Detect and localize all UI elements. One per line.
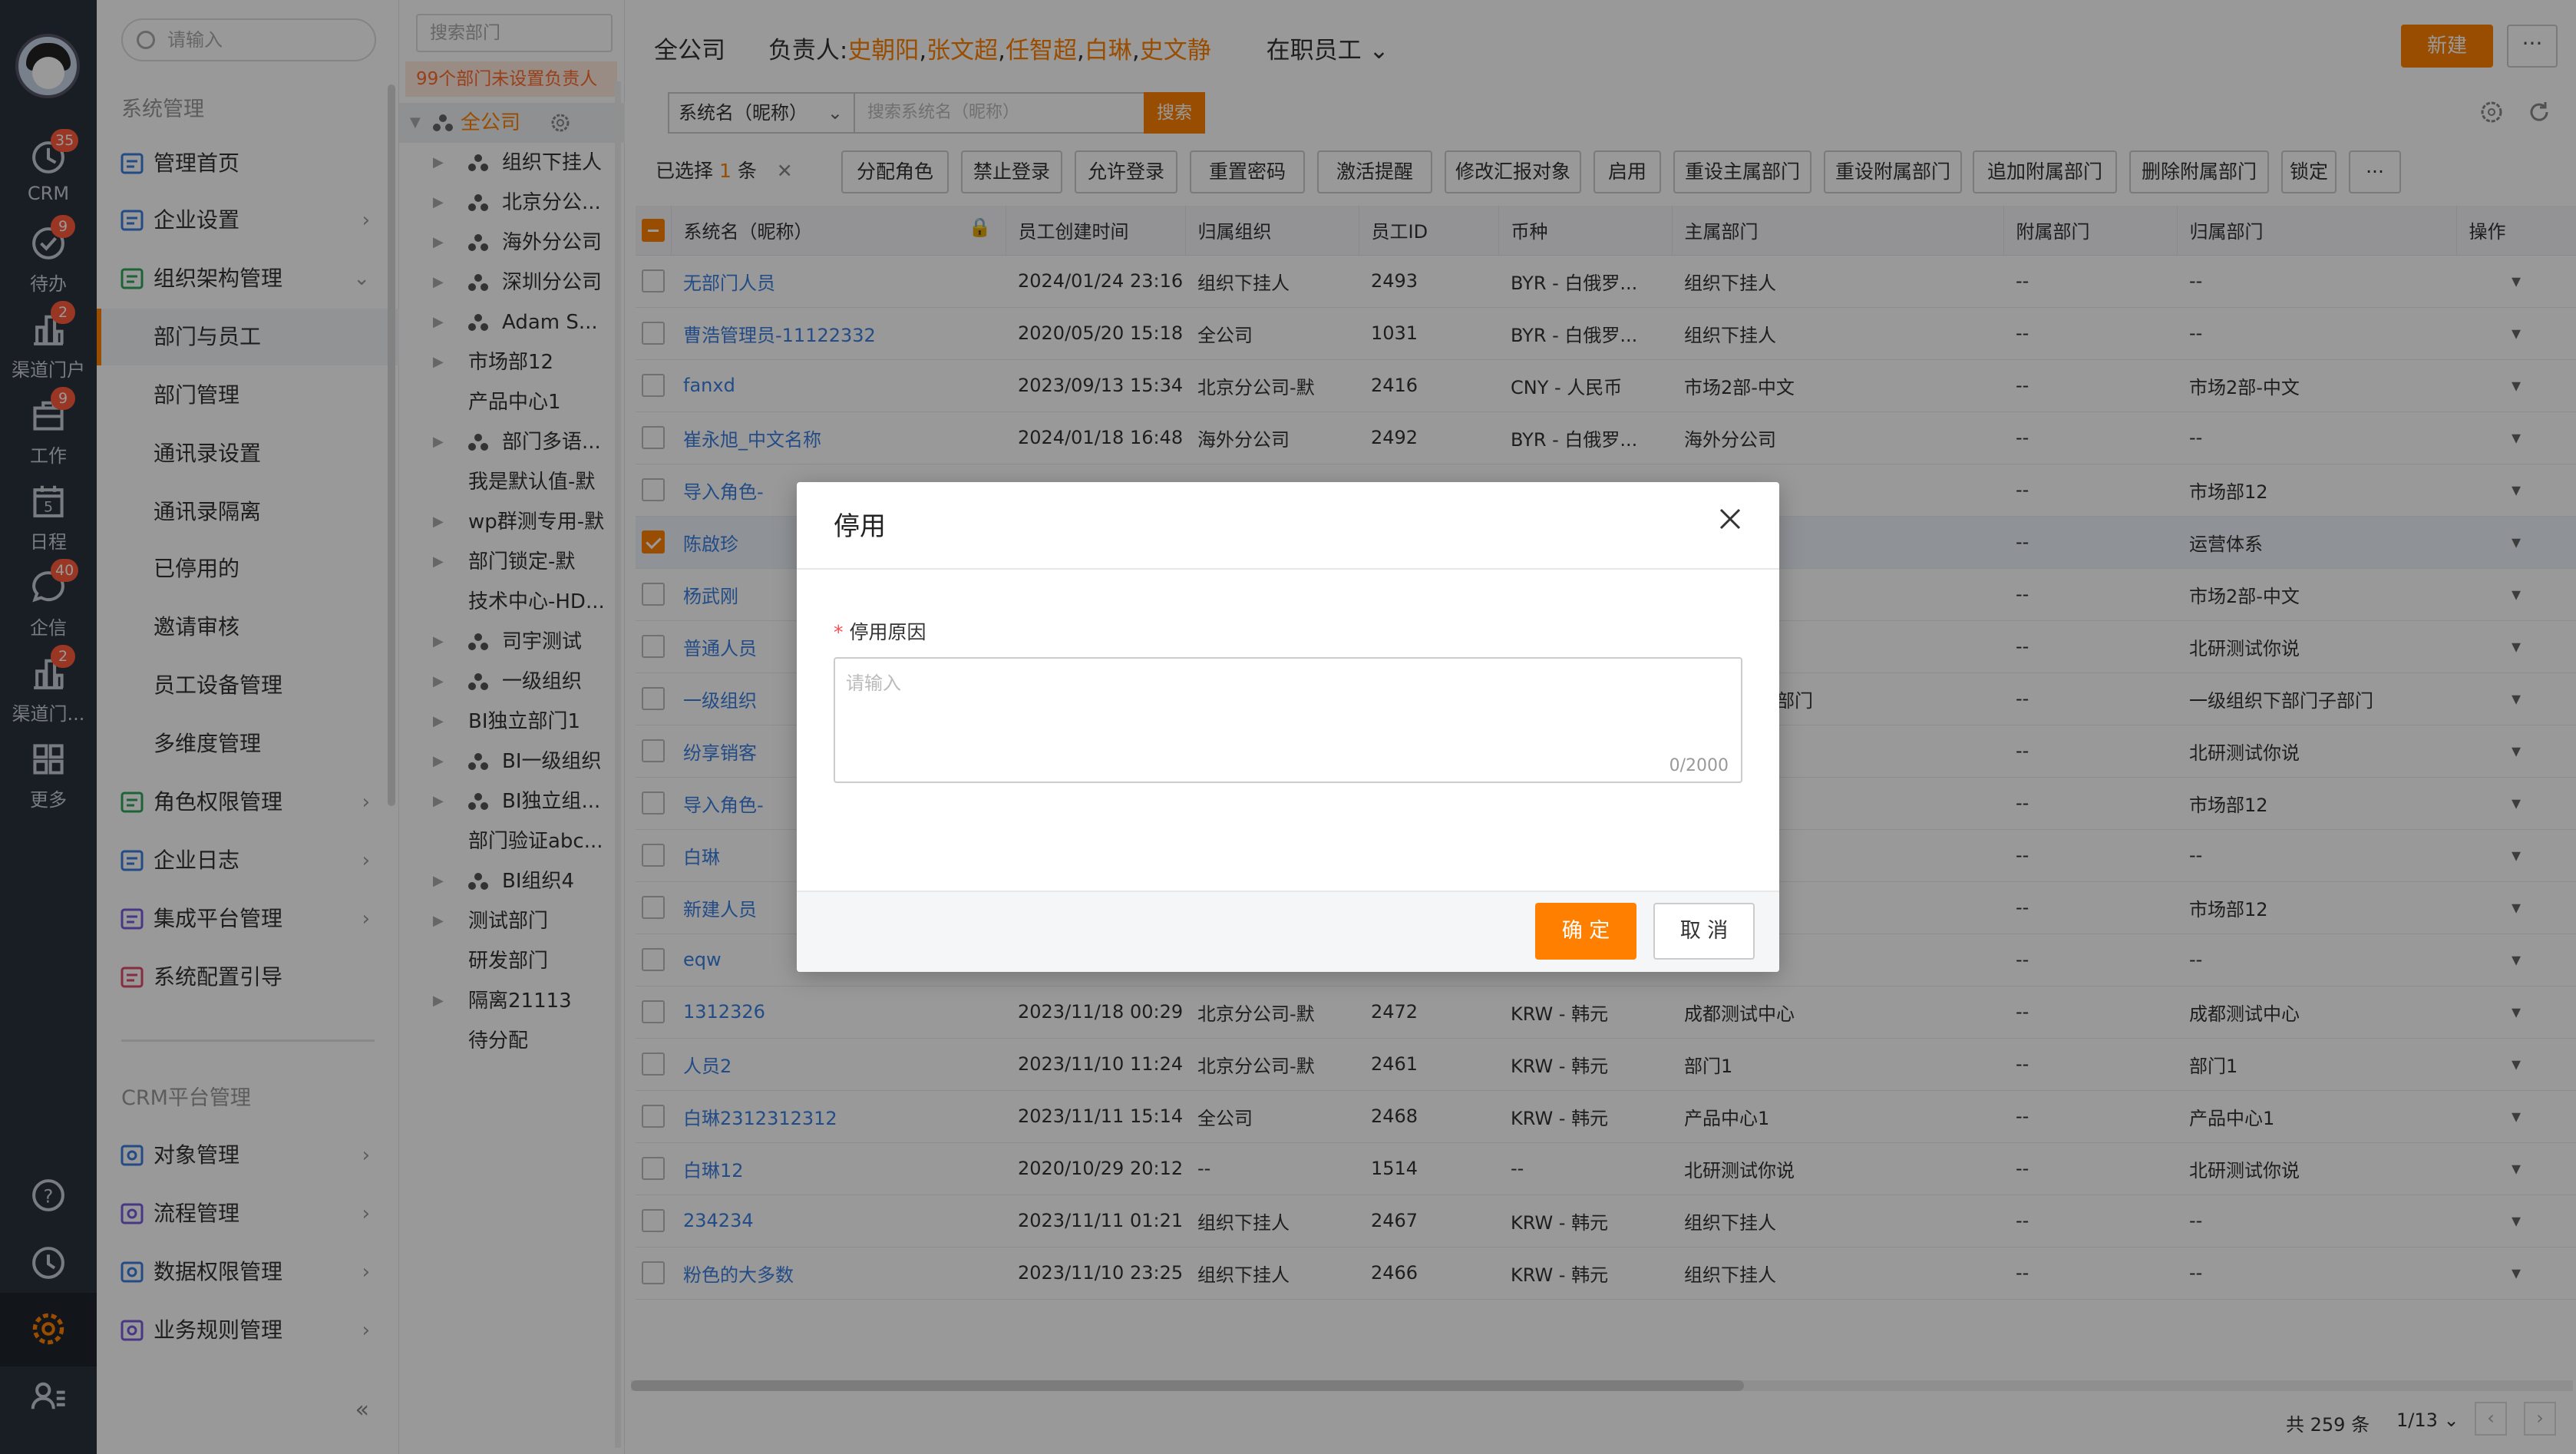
close-icon[interactable]	[1715, 504, 1745, 534]
dialog-title: 停用	[834, 511, 886, 542]
disable-dialog: 停用 * 停用原因 请输入 0/2000 确 定 取 消	[797, 482, 1779, 972]
reason-textarea[interactable]: 请输入 0/2000	[834, 657, 1742, 783]
dialog-divider	[797, 568, 1779, 570]
cancel-button[interactable]: 取 消	[1653, 903, 1755, 960]
reason-label: * 停用原因	[834, 621, 926, 643]
char-counter: 0/2000	[1669, 756, 1729, 775]
confirm-button[interactable]: 确 定	[1535, 903, 1636, 960]
